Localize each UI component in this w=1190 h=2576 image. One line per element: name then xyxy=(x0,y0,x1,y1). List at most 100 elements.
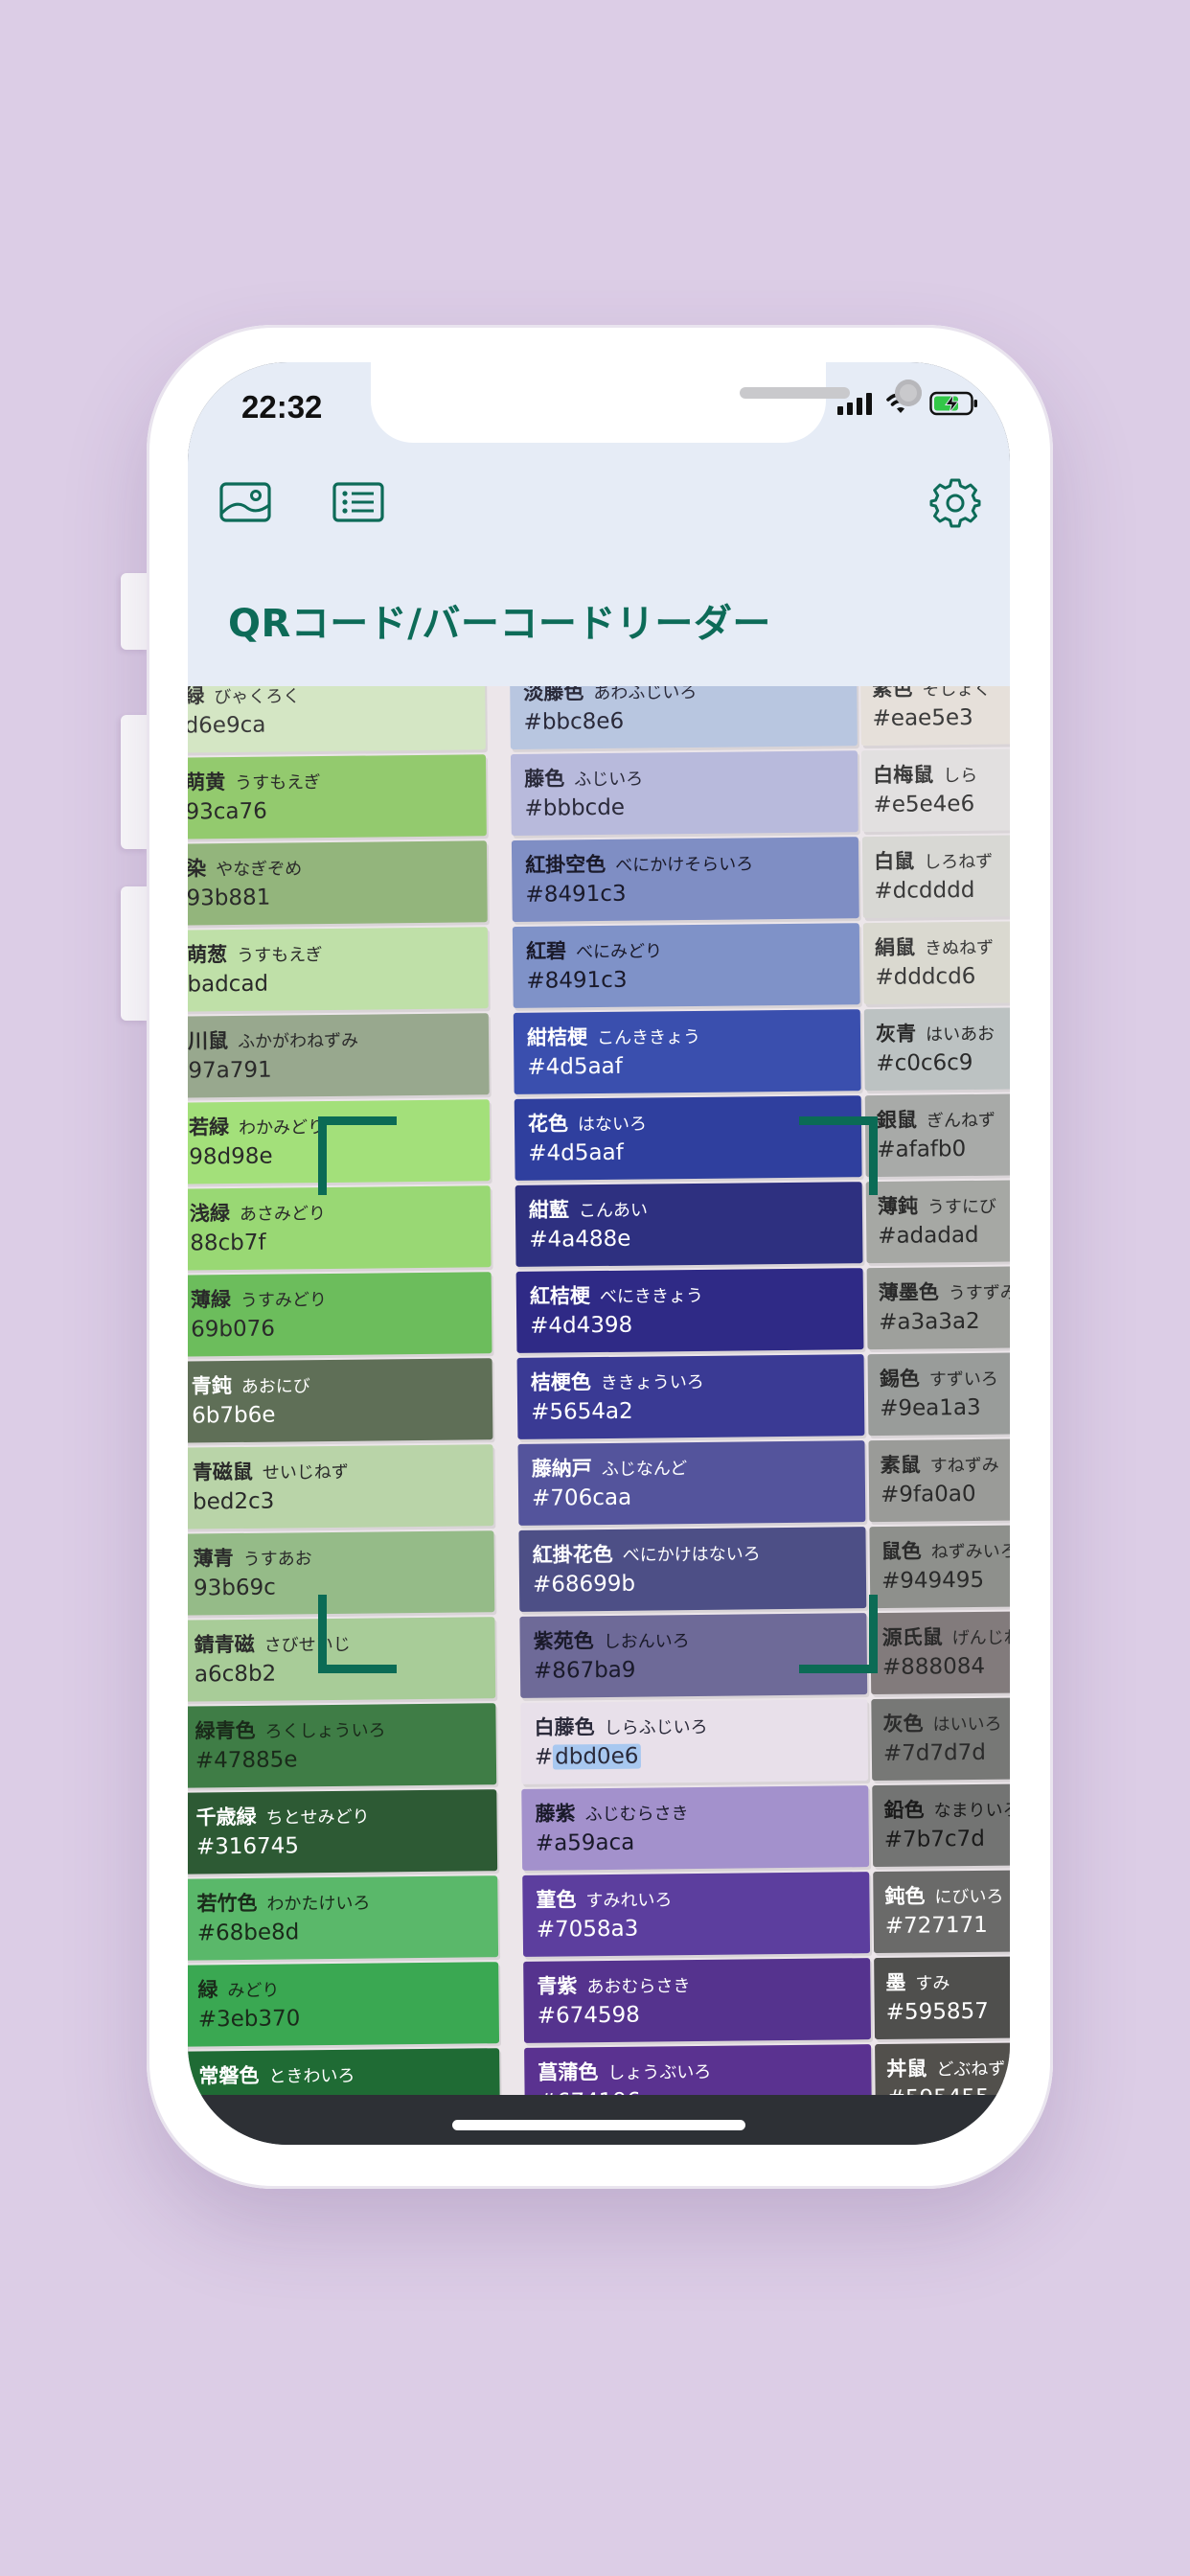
color-swatch: 青紫 あおむらさき #674598 xyxy=(523,1958,872,2043)
color-hex-code: #dddcd6 xyxy=(875,963,976,991)
color-swatch: 紺桔梗 こんききょう #4d5aaf xyxy=(513,1009,861,1094)
app-header: 22:32 QRコード/バーコードリーダー xyxy=(188,362,1010,686)
color-name: 紺藍 こんあい xyxy=(529,1194,648,1224)
color-column-right: 素色 そしょく #eae5e3 白梅鼠 しら #e5e4e6 白鼠 しろねず #dcdddd 絹鼠… xyxy=(859,686,1010,2095)
scan-frame-corner-bottom-left xyxy=(318,1595,397,1673)
color-reading: こんききょう xyxy=(596,1026,701,1049)
color-column-left: 緑びゃくろく d6e9ca 萌黄 うすもえぎ 93ca76 染やなぎぞめ 93b881 萌葱う… xyxy=(188,686,500,2095)
color-name: 薄墨色 うすずみいろ xyxy=(879,1276,1010,1306)
color-hex-code: #9ea1a3 xyxy=(879,1394,981,1421)
color-kanji: 薄墨色 xyxy=(878,1280,939,1304)
color-reading: べにかけそらいろ xyxy=(615,854,754,876)
scan-frame-corner-top-right xyxy=(799,1116,878,1195)
color-kanji: 薄緑 xyxy=(190,1288,232,1312)
color-swatch: 白藤色 しらふじいろ #dbd0e6 xyxy=(520,1699,869,1784)
color-name: 銀鼠 ぎんねず xyxy=(877,1104,995,1134)
color-reading: しらふじいろ xyxy=(604,1716,708,1739)
color-reading: にびいろ xyxy=(934,1886,1004,1908)
color-name: 緑びゃくろく xyxy=(188,686,300,710)
color-reading: はいいろ xyxy=(932,1714,1002,1736)
color-swatch: 淡藤色 あわふじいろ #bbc8e6 xyxy=(510,686,858,749)
color-kanji: 淡藤色 xyxy=(523,686,584,704)
color-reading: べにみどり xyxy=(576,941,663,963)
list-icon[interactable] xyxy=(332,479,385,525)
color-hex-code: #7d7d7d xyxy=(882,1739,987,1766)
color-reading: うすみどり xyxy=(240,1290,328,1311)
color-name: 青紫 あおむらさき xyxy=(537,1969,690,2000)
color-name: 桔梗色 ききょういろ xyxy=(531,1366,704,1396)
color-swatch: 青鈍 あおにび 6b7b6e xyxy=(188,1358,493,1443)
color-reading: しろねず xyxy=(924,851,994,873)
color-swatch: 萌葱 うすもえぎ badcad xyxy=(188,927,489,1013)
home-indicator[interactable] xyxy=(452,2120,745,2130)
color-name: 灰青 はいあお xyxy=(876,1018,995,1047)
color-swatch: 常磐色ときわいろ#007b43 xyxy=(188,2048,500,2095)
color-swatch: 萌黄 うすもえぎ 93ca76 xyxy=(188,754,487,840)
color-kanji: 青磁鼠 xyxy=(192,1460,253,1484)
scan-frame-corner-top-left xyxy=(318,1116,397,1195)
color-swatch: 白梅鼠 しら #e5e4e6 xyxy=(860,748,1010,833)
image-icon[interactable] xyxy=(218,479,272,525)
device-notch xyxy=(371,362,922,443)
color-swatch: 川鼠 ふかがわねずみ 97a791 xyxy=(188,1013,490,1099)
color-kanji: 白梅鼠 xyxy=(873,763,934,788)
color-hex-code: #7b7c7d xyxy=(883,1826,985,1852)
color-hex-code: #595455 xyxy=(887,2085,990,2095)
color-reading: すみれいろ xyxy=(585,1890,673,1912)
color-reading: やなぎぞめ xyxy=(216,859,303,881)
color-column-middle: 淡藤色 あわふじいろ #bbc8e6 藤色 ふじいろ #bbbcde 紅掛空色 べにかけそらい… xyxy=(510,686,872,2095)
color-reading: うすもえぎ xyxy=(237,945,323,966)
color-reading: しょうぶいろ xyxy=(607,2061,712,2083)
color-swatch: 墨すみ #595857 xyxy=(874,1956,1010,2040)
color-reading: あおむらさき xyxy=(586,1976,691,1998)
color-hex-code: #3eb370 xyxy=(197,2006,301,2033)
color-kanji: 紺桔梗 xyxy=(526,1025,588,1049)
color-kanji: 青紫 xyxy=(537,1974,578,1998)
color-name: 灰色 はいいろ xyxy=(882,1708,1001,1737)
color-hex-code: #a59aca xyxy=(535,1829,635,1856)
color-kanji: 川鼠 xyxy=(188,1029,229,1053)
color-name: 緑みどり xyxy=(197,1974,279,2004)
color-swatch: 源氏鼠 げんじねず #888084 xyxy=(870,1611,1010,1695)
color-swatch: 薄鈍 うすにび #adadad xyxy=(865,1180,1010,1264)
color-kanji: 緑青色 xyxy=(195,1718,256,1743)
color-name: 紅碧 べにみどり xyxy=(526,934,662,964)
color-swatch: 緑みどり #3eb370 xyxy=(188,1962,500,2047)
color-kanji: 浅緑 xyxy=(189,1202,231,1226)
scan-frame-corner-bottom-right xyxy=(799,1595,878,1673)
color-reading: すみ xyxy=(915,1973,950,1994)
color-hex-code: #e5e4e6 xyxy=(873,791,975,818)
color-hex-code: #dcdddd xyxy=(874,877,975,905)
color-hex-code: #bbbcde xyxy=(524,794,626,821)
color-hex-code: #316745 xyxy=(195,1833,300,1860)
color-swatch: 千歳緑 ちとせみどり #316745 xyxy=(188,1789,498,1874)
camera-preview[interactable]: 緑びゃくろく d6e9ca 萌黄 うすもえぎ 93ca76 染やなぎぞめ 93b881 萌葱う… xyxy=(188,686,1010,2095)
gear-icon[interactable] xyxy=(929,476,981,528)
color-kanji: 白鼠 xyxy=(874,849,915,874)
color-reading: ふじむらさき xyxy=(584,1804,689,1826)
color-hex-code: 93b69c xyxy=(193,1575,276,1601)
color-kanji: 若緑 xyxy=(188,1116,230,1139)
color-kanji: 青鈍 xyxy=(191,1374,232,1398)
color-kanji: 絹鼠 xyxy=(874,935,916,960)
color-reading: べにかけはないろ xyxy=(622,1544,761,1566)
color-swatch: 藤納戸 ふじなんど #706caa xyxy=(517,1440,866,1526)
color-name: 墨すみ xyxy=(885,1966,950,1996)
color-kanji: 薄青 xyxy=(193,1547,234,1571)
color-hex-code: a6c8b2 xyxy=(194,1661,277,1688)
color-kanji: 萌葱 xyxy=(188,943,228,967)
color-name: 常磐色 ときわいろ xyxy=(198,2059,355,2090)
color-swatch: 緑びゃくろく d6e9ca xyxy=(188,686,486,754)
color-name: 絹鼠 きぬねず xyxy=(875,932,994,961)
color-kanji: 藤紫 xyxy=(535,1802,576,1826)
color-kanji: 素鼠 xyxy=(880,1453,921,1477)
color-reading: みどり xyxy=(227,1980,280,2002)
color-name: 染やなぎぞめ xyxy=(188,852,302,882)
color-name: 素色 そしょく xyxy=(872,686,991,702)
color-swatch: 素鼠 すねずみ #9fa0a0 xyxy=(868,1438,1010,1523)
color-reading: ききょういろ xyxy=(600,1371,704,1394)
speaker-grille xyxy=(740,387,850,399)
color-name: 菫色 すみれいろ xyxy=(536,1883,672,1913)
color-reading: べにききょう xyxy=(599,1285,703,1308)
color-reading: ときわいろ xyxy=(268,2065,355,2087)
